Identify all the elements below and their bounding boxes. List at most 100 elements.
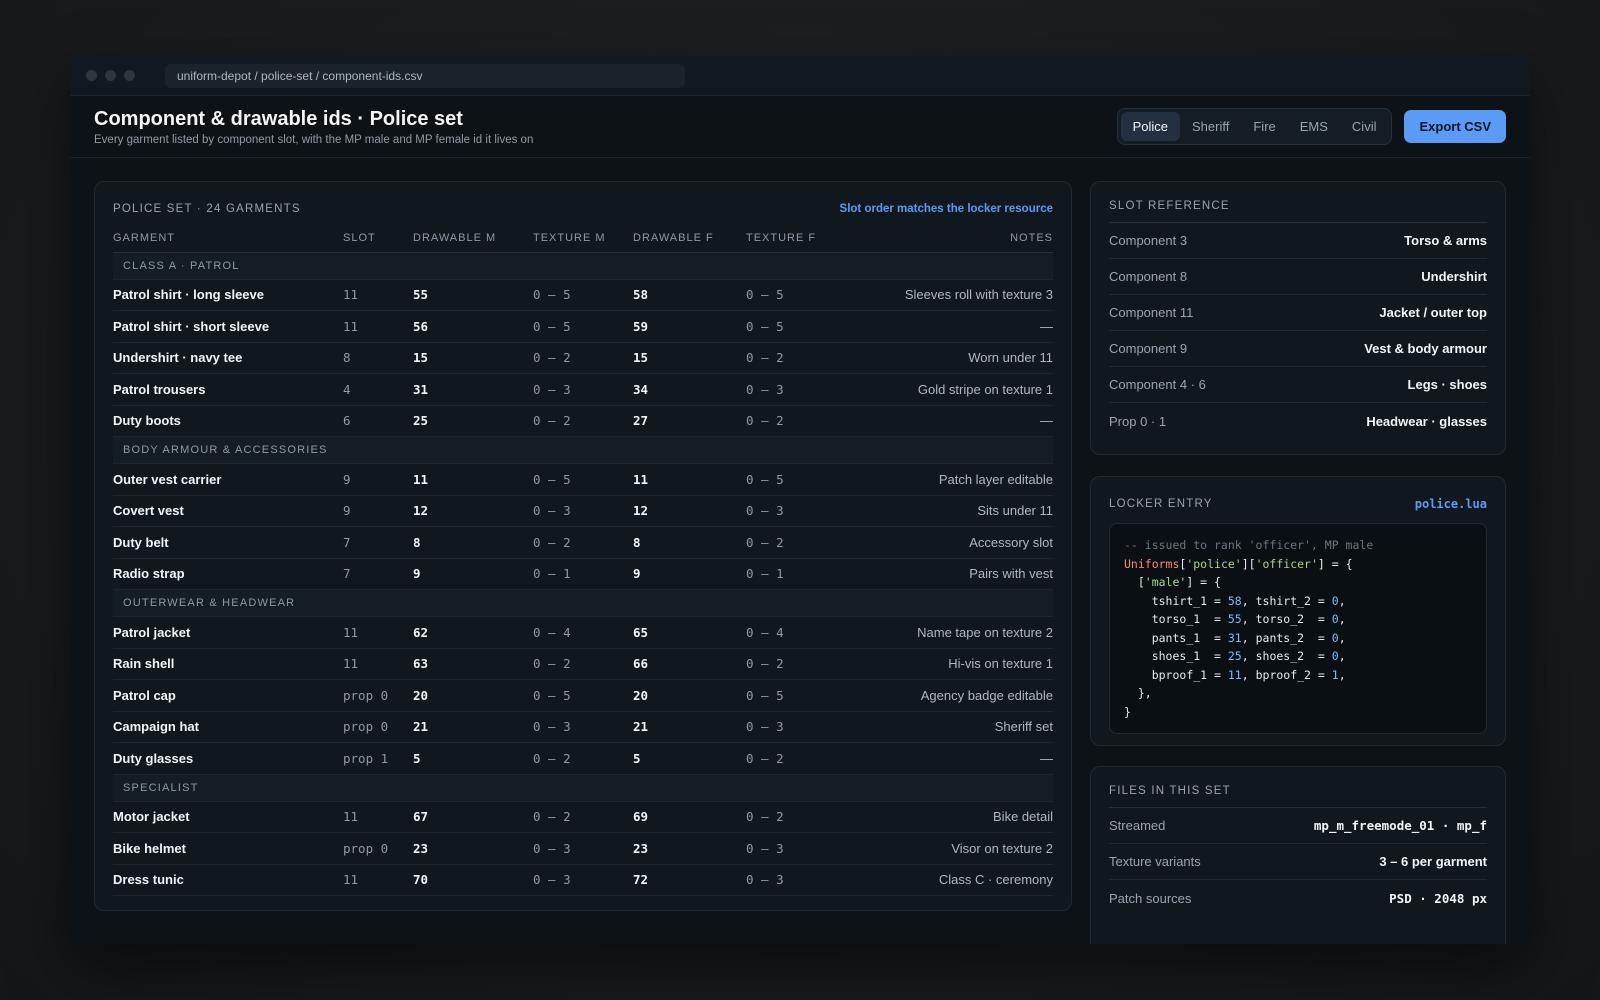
table-row[interactable]: Rain shell 11 63 0 – 2 66 0 – 2 Hi-vis on text… <box>113 648 1053 680</box>
code-field-name: tshirt_1 <box>1151 593 1208 608</box>
drawable-f-cell: 59 <box>633 310 746 343</box>
texture-f-cell: 0 – 4 <box>746 616 846 649</box>
garment-cell: Covert vest <box>113 495 343 527</box>
tab-police[interactable]: Police <box>1120 112 1181 141</box>
table-row[interactable]: Outer vest carrier 9 11 0 – 5 11 0 – 5 Patch l… <box>113 463 1053 496</box>
table-row[interactable]: Duty boots 6 25 0 – 2 27 0 – 2— <box>113 405 1053 437</box>
locker-entry-panel: LOCKER ENTRY police.lua -- issued to ran… <box>1090 476 1506 746</box>
table-row[interactable]: Patrol shirt · short sleeve 11 56 0 – 5 59 0 … <box>113 310 1053 343</box>
column-header[interactable]: GARMENT <box>113 224 343 253</box>
tab-ems[interactable]: EMS <box>1288 112 1340 141</box>
locker-file-link[interactable]: police.lua <box>1415 497 1487 511</box>
texture-m-cell: 0 – 2 <box>533 742 633 775</box>
notes-cell: — <box>846 742 1053 775</box>
garment-cell: Bike helmet <box>113 832 343 865</box>
tab-fire[interactable]: Fire <box>1241 112 1287 141</box>
file-info-item-key: Texture variants <box>1109 854 1201 869</box>
table-row[interactable]: Duty glasses prop 150 – 250 – 2— <box>113 742 1053 775</box>
code-field-name: torso_2 <box>1255 612 1305 626</box>
page-subtitle: Every garment listed by component slot, … <box>94 133 534 146</box>
code-field-name: bproof_2 <box>1255 667 1311 682</box>
texture-m-cell: 0 – 5 <box>533 279 633 311</box>
code-number: 11 <box>1227 667 1242 682</box>
garment-cell: Patrol shirt · long sleeve <box>113 279 343 311</box>
file-info-item-value: PSD · 2048 px <box>1389 890 1487 906</box>
minimize-dot[interactable] <box>105 70 116 81</box>
table-row[interactable]: Campaign hat prop 0 21 0 – 3 21 0 – 3 Sheriff … <box>113 711 1053 743</box>
export-csv-button[interactable]: Export CSV <box>1404 110 1506 143</box>
drawable-m-cell: 63 <box>413 648 533 680</box>
garment-cell: Radio strap <box>113 558 343 590</box>
slot-reference-item-value: Legs · shoes <box>1407 377 1487 392</box>
notes-cell: Pairs with vest <box>846 558 1053 590</box>
tab-civil[interactable]: Civil <box>1340 112 1389 141</box>
slot-cell: 4 <box>343 373 413 406</box>
table-row[interactable]: Patrol cap prop 0 20 0 – 5 20 0 – 5 Agency bad… <box>113 679 1053 712</box>
group-label: CLASS A · PATROL <box>113 252 1053 280</box>
garments-panel: POLICE SET · 24 GARMENTS Slot order matc… <box>94 181 1072 911</box>
texture-f-cell: 0 – 2 <box>746 342 846 374</box>
garment-cell: Duty boots <box>113 405 343 437</box>
file-info-item: Texture variants 3 – 6 per garment <box>1109 844 1487 880</box>
table-row[interactable]: Undershirt · navy tee 8 15 0 – 2 15 0 – 2 Worn… <box>113 342 1053 374</box>
drawable-m-cell: 12 <box>413 495 533 527</box>
texture-m-cell: 0 – 5 <box>533 463 633 496</box>
drawable-m-cell: 20 <box>413 679 533 712</box>
group-header-row: OUTERWEAR & HEADWEAR <box>113 589 1053 617</box>
table-row[interactable]: Bike helmet prop 0 23 0 – 3 23 0 – 3 Visor on … <box>113 832 1053 865</box>
texture-m-cell: 0 – 2 <box>533 342 633 374</box>
slot-order-link[interactable]: Slot order matches the locker resource <box>840 203 1053 215</box>
locker-code-block: -- issued to rank 'officer', MP male Uni… <box>1109 523 1487 734</box>
garment-cell: Dress tunic <box>113 864 343 896</box>
column-header[interactable]: NOTES <box>846 224 1053 253</box>
drawable-m-cell: 21 <box>413 711 533 743</box>
column-header[interactable]: TEXTURE F <box>746 224 846 253</box>
notes-cell: Sleeves roll with texture 3 <box>846 279 1053 311</box>
slot-reference-item-value: Headwear · glasses <box>1366 413 1487 429</box>
close-dot[interactable] <box>86 70 97 81</box>
drawable-f-cell: 34 <box>633 373 746 406</box>
garment-cell: Patrol cap <box>113 679 343 712</box>
slot-reference-item-value: Torso & arms <box>1404 233 1487 248</box>
table-row[interactable]: Motor jacket 11 67 0 – 2 69 0 – 2 Bike detail <box>113 801 1053 833</box>
texture-f-cell: 0 – 3 <box>746 711 846 743</box>
drawable-f-cell: 58 <box>633 279 746 311</box>
slot-cell: 9 <box>343 463 413 496</box>
code-number: 31 <box>1227 630 1242 645</box>
group-header-row: CLASS A · PATROL <box>113 252 1053 280</box>
table-row[interactable]: Dress tunic 11 70 0 – 3 72 0 – 3 Class C · cer… <box>113 864 1053 896</box>
code-field-name: shoes_2 <box>1255 649 1305 663</box>
drawable-f-cell: 27 <box>633 405 746 437</box>
texture-m-cell: 0 – 3 <box>533 711 633 743</box>
tab-sheriff[interactable]: Sheriff <box>1180 112 1241 141</box>
drawable-m-cell: 25 <box>413 405 533 437</box>
maximize-dot[interactable] <box>124 70 135 81</box>
slot-cell: 7 <box>343 526 413 559</box>
locker-panel-header: LOCKER ENTRY police.lua <box>1109 495 1487 513</box>
table-row[interactable]: Patrol jacket 11 62 0 – 4 65 0 – 4 Name tape o… <box>113 616 1053 649</box>
table-row[interactable]: Duty belt 7 8 0 – 280 – 2 Accessory slot <box>113 526 1053 559</box>
texture-f-cell: 0 – 3 <box>746 373 846 406</box>
garment-cell: Duty glasses <box>113 742 343 775</box>
drawable-f-cell: 65 <box>633 616 746 649</box>
column-header[interactable]: DRAWABLE M <box>413 224 533 253</box>
table-row[interactable]: Patrol shirt · long sleeve 11 55 0 – 5 58 0 –… <box>113 279 1053 311</box>
drawable-f-cell: 8 <box>633 526 746 559</box>
column-header[interactable]: SLOT <box>343 224 413 253</box>
slot-reference-item-value: Jacket / outer top <box>1379 305 1487 320</box>
drawable-f-cell: 5 <box>633 742 746 775</box>
code-number: 55 <box>1227 612 1242 626</box>
texture-f-cell: 0 – 5 <box>746 679 846 712</box>
column-header[interactable]: TEXTURE M <box>533 224 633 253</box>
texture-m-cell: 0 – 2 <box>533 526 633 559</box>
code-number: 0 <box>1331 593 1339 608</box>
table-row[interactable]: Patrol trousers 4 31 0 – 3 34 0 – 3 Gold strip… <box>113 373 1053 406</box>
path-bar[interactable]: uniform-depot / police-set / component-i… <box>165 63 685 88</box>
file-info-item-key: Patch sources <box>1109 890 1192 906</box>
notes-cell: Patch layer editable <box>846 463 1053 496</box>
column-header[interactable]: DRAWABLE F <box>633 224 746 253</box>
group-header-row: BODY ARMOUR & ACCESSORIES <box>113 436 1053 464</box>
table-row[interactable]: Covert vest 9 12 0 – 3 12 0 – 3 Sits under 11 <box>113 495 1053 527</box>
table-row[interactable]: Radio strap 7 9 0 – 190 – 1 Pairs with vest <box>113 558 1053 590</box>
code-identifier: Uniforms <box>1124 556 1180 571</box>
